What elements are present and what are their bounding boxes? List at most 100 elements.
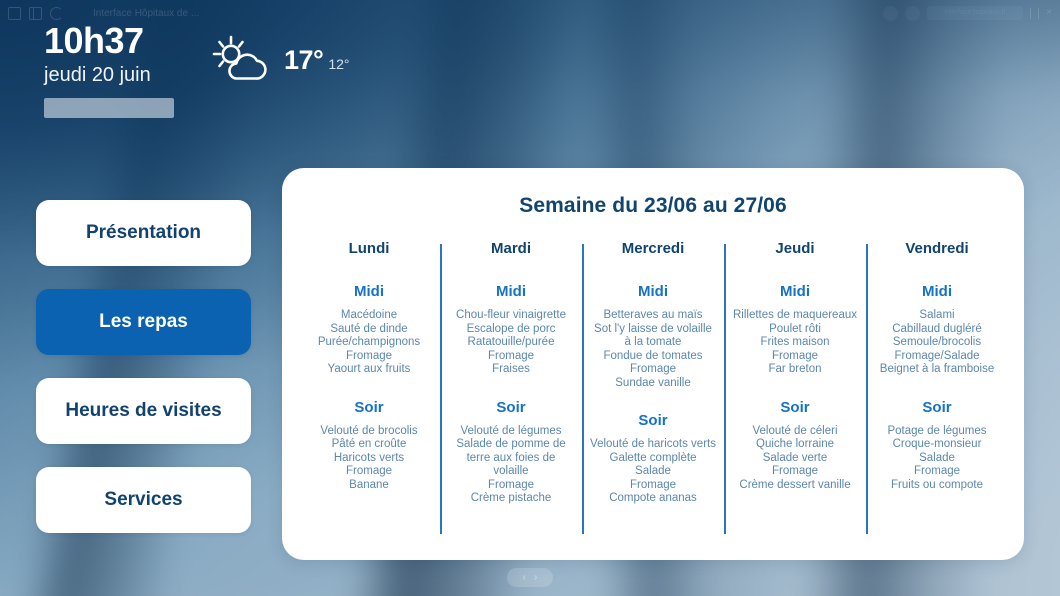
menu-item: Velouté de haricots verts — [590, 438, 716, 450]
address-bar[interactable]: interface.hopitaux.fr — [927, 6, 1024, 20]
sun-behind-cloud-icon — [212, 35, 267, 80]
meal-items-soir: Velouté de brocolis Pâté en croûte Haricot… — [306, 425, 432, 493]
menu-item: Galette complète — [609, 451, 697, 464]
menu-days-grid: Lundi Midi Macédoine Sauté de dinde Purée/ch… — [298, 240, 1008, 540]
menu-item: Salade — [635, 465, 671, 477]
meal-label-soir: Soir — [354, 398, 384, 416]
meal-label-soir: Soir — [780, 398, 810, 416]
sidebar-item-label: Services — [104, 489, 183, 510]
temperature-min: 12° — [328, 55, 350, 72]
menu-item: Fromage/Salade — [894, 349, 980, 362]
day-name: Jeudi — [775, 240, 815, 257]
temperature-max: 17° — [284, 44, 324, 75]
menu-item: Escalope de porc — [466, 322, 556, 335]
menu-item: Salami — [919, 309, 955, 321]
menu-item: Fromage — [487, 478, 535, 491]
menu-item: Haricots verts — [333, 451, 405, 464]
sidebar-item-les-repas[interactable]: Les repas — [36, 289, 251, 355]
loading-placeholder-bar — [44, 97, 174, 118]
menu-item: Crème pistache — [470, 492, 552, 504]
menu-item: Fromage — [345, 349, 393, 362]
meal-items-soir: Potage de légumes Croque-monsieur Salade Fr… — [874, 425, 1000, 493]
menu-item: Fondue de tomates — [603, 349, 703, 362]
menu-item: Sauté de dinde — [330, 322, 408, 335]
menu-item: Beignet à la framboise — [879, 363, 995, 375]
close-icon[interactable]: × — [1046, 8, 1052, 18]
menu-item: Salade verte — [762, 451, 828, 464]
back-arrow-icon[interactable] — [8, 6, 21, 20]
menu-item: Fruits ou compote — [890, 478, 984, 491]
sidebar-item-heures-de-visites[interactable]: Heures de visites — [36, 378, 251, 444]
extensions-icon[interactable] — [1030, 7, 1040, 19]
avatar-secondary[interactable] — [905, 6, 920, 21]
meal-items-soir: Velouté de haricots verts Galette complèt… — [590, 438, 716, 506]
menu-item: Sundae vanille — [615, 376, 691, 389]
menu-item: Salade de pomme de terre aux foies de vo… — [456, 438, 566, 477]
weather-widget: 17° 12° — [210, 34, 350, 86]
menu-item: Fromage — [771, 349, 819, 362]
day-name: Mardi — [490, 240, 531, 257]
chevron-left-icon[interactable]: ‹ — [523, 572, 526, 583]
menu-item: Fromage — [487, 349, 535, 362]
menu-item: Fromage — [771, 465, 819, 477]
day-column: Lundi Midi Macédoine Sauté de dinde Purée/ch… — [298, 240, 440, 540]
refresh-icon[interactable] — [50, 6, 63, 20]
menu-item: Fraises — [492, 363, 530, 375]
menu-item: Macédoine — [340, 309, 398, 321]
clock-block: 10h37 jeudi 20 juin — [44, 22, 174, 118]
menu-item: Compote ananas — [609, 492, 697, 504]
current-date: jeudi 20 juin — [44, 63, 151, 86]
weekly-menu-card: Semaine du 23/06 au 27/06 Lundi Midi Macéd… — [282, 168, 1024, 560]
menu-item: Fromage — [913, 465, 961, 477]
app-screen: Interface Hôpitaux de ... interface.hopi… — [0, 0, 1060, 596]
menu-item: Rillettes de maquereaux — [732, 309, 857, 321]
page-navigation[interactable]: ‹ › — [507, 568, 553, 587]
browser-tab-title[interactable]: Interface Hôpitaux de ... — [93, 8, 199, 19]
menu-item: Betteraves au maïs — [603, 309, 703, 321]
menu-item: Quiche lorraine — [756, 438, 834, 450]
day-column: Mardi Midi Chou-fleur vinaigrette Escalope … — [440, 240, 582, 540]
menu-item: Fromage — [629, 478, 677, 491]
avatar[interactable] — [883, 6, 898, 21]
weather-temperatures: 17° 12° — [284, 45, 350, 76]
browser-toolbar-right: interface.hopitaux.fr × — [883, 6, 1052, 21]
day-name: Mercredi — [621, 240, 685, 257]
sidebar-nav: Présentation Les repas Heures de visites Se… — [36, 200, 251, 533]
sidebar-item-label: Présentation — [85, 222, 202, 243]
sidebar-item-pr-sentation[interactable]: Présentation — [36, 200, 251, 266]
menu-item: Velouté de brocolis — [320, 424, 418, 437]
menu-item: Banane — [349, 478, 389, 491]
menu-item: Velouté de légumes — [460, 424, 562, 437]
header: 10h37 jeudi 20 juin 17° 12° — [44, 22, 350, 118]
meal-items-soir: Velouté de légumes Salade de pomme de ter… — [448, 425, 574, 506]
meal-items-midi: Macédoine Sauté de dinde Purée/champignons… — [306, 309, 432, 377]
menu-item: Cabillaud dugléré — [892, 322, 982, 335]
chevron-right-icon[interactable]: › — [534, 572, 537, 583]
menu-item: Pâté en croûte — [331, 438, 407, 450]
meal-label-soir: Soir — [638, 412, 668, 429]
current-time: 10h37 — [44, 20, 144, 61]
menu-item: Croque-monsieur — [892, 438, 982, 450]
menu-item: Sot l'y laisse de volaille à la tomate — [594, 322, 712, 349]
meal-items-soir: Velouté de céleri Quiche lorraine Salade v… — [732, 425, 858, 493]
menu-item: Salade — [919, 451, 955, 464]
menu-item: Potage de légumes — [887, 424, 987, 437]
meal-label-midi: Midi — [354, 283, 384, 300]
menu-item: Fromage — [629, 363, 677, 375]
sidebar-panel-icon[interactable] — [29, 6, 42, 20]
menu-item: Frites maison — [760, 336, 830, 348]
meal-items-midi: Rillettes de maquereaux Poulet rôti Frites… — [732, 309, 858, 377]
page-title: Semaine du 23/06 au 27/06 — [519, 194, 787, 217]
meal-label-soir: Soir — [922, 398, 952, 416]
menu-item: Yaourt aux fruits — [327, 363, 411, 375]
day-column: Jeudi Midi Rillettes de maquereaux Poulet r… — [724, 240, 866, 540]
meal-items-midi: Betteraves au maïs Sot l'y laisse de vola… — [590, 309, 716, 390]
meal-label-soir: Soir — [496, 398, 526, 416]
sidebar-item-services[interactable]: Services — [36, 467, 251, 533]
meal-label-midi: Midi — [496, 283, 526, 300]
meal-items-midi: Chou-fleur vinaigrette Escalope de porc Ra… — [448, 309, 574, 377]
sidebar-item-label: Les repas — [99, 311, 188, 332]
menu-item: Semoule/brocolis — [892, 336, 982, 348]
menu-item: Crème dessert vanille — [739, 478, 851, 491]
sidebar-item-label: Heures de visites — [65, 400, 222, 421]
